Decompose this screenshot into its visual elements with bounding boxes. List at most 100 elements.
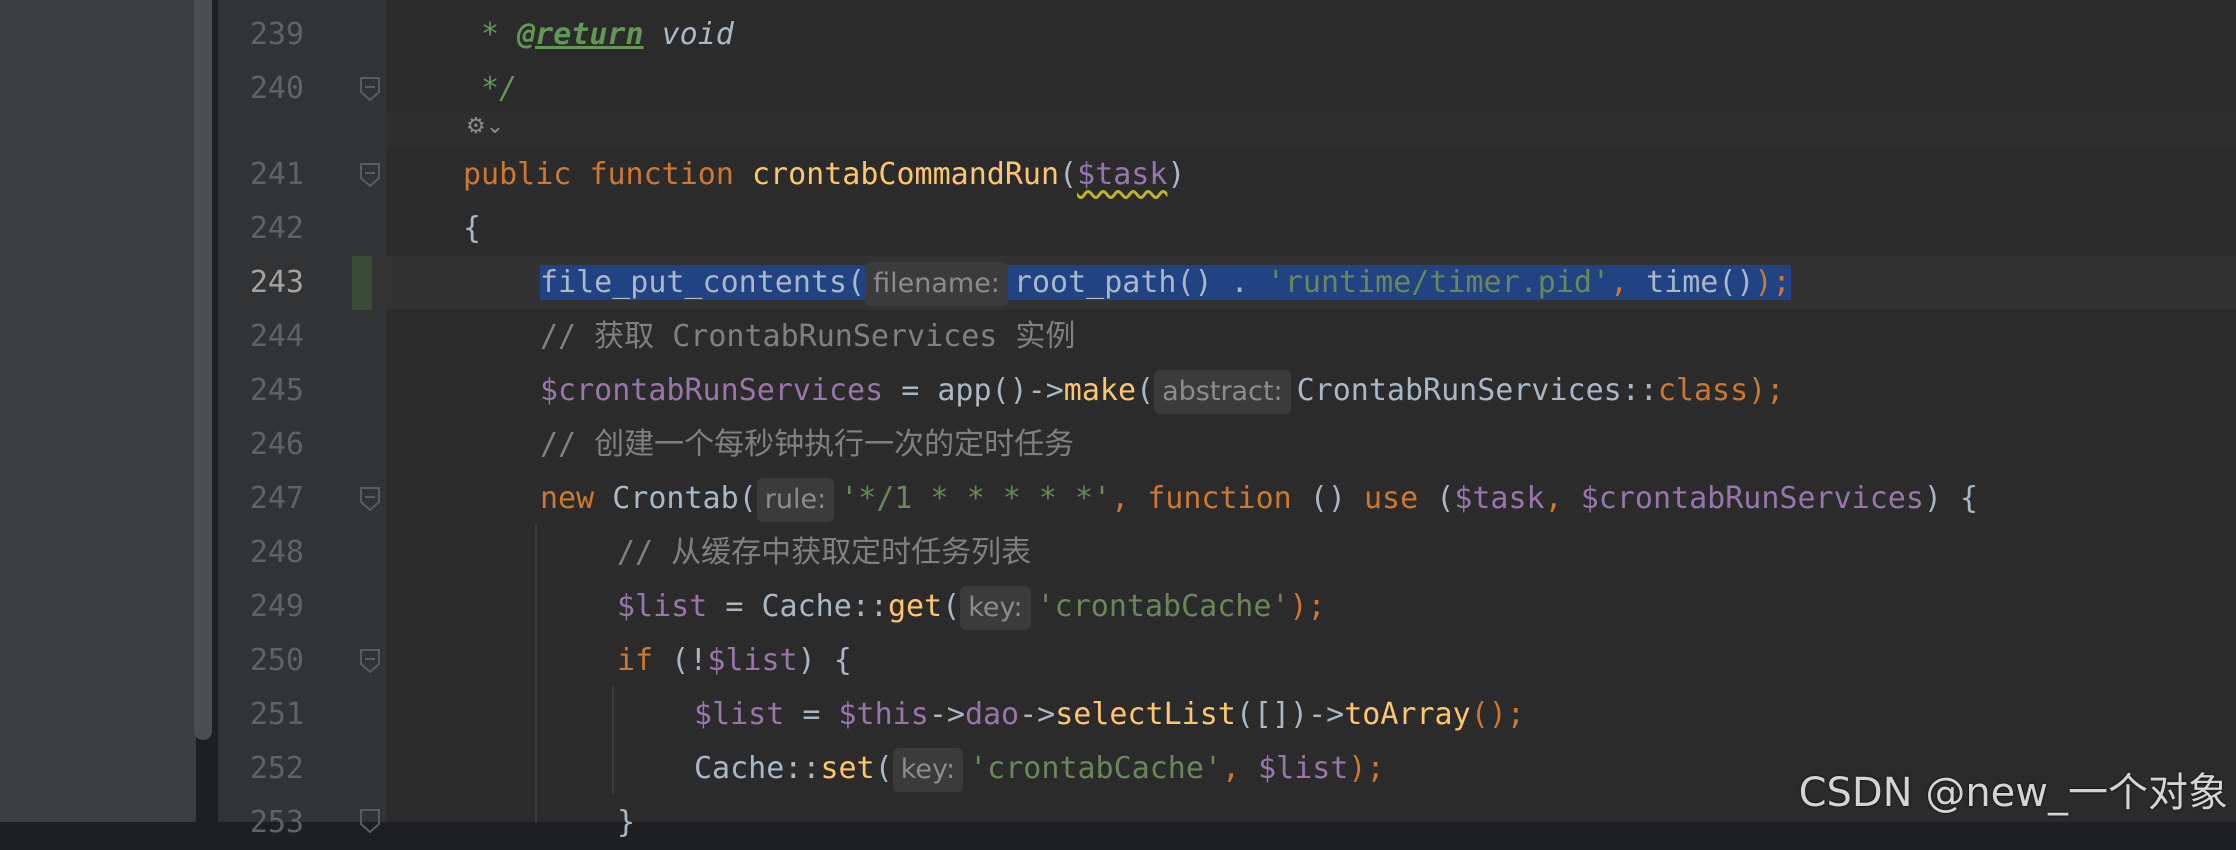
- code-line-253[interactable]: }: [617, 796, 635, 850]
- paren-open: (: [874, 751, 893, 786]
- param-hint-rule: rule:: [756, 478, 835, 522]
- variable[interactable]: $crontabRunServices: [1581, 481, 1924, 516]
- param-task[interactable]: $task: [1077, 157, 1167, 192]
- call-root-path[interactable]: root_path() .: [1014, 265, 1267, 300]
- side-panel: [0, 0, 196, 822]
- comment: // 从缓存中获取定时任务列表: [617, 535, 1032, 570]
- line-number: 248: [249, 535, 304, 570]
- line-number: 247: [249, 481, 304, 516]
- paren-close: ) {: [797, 643, 852, 678]
- arrow: ->: [1019, 697, 1056, 732]
- comment: // 获取 CrontabRunServices 实例: [540, 319, 1076, 354]
- code-line-246[interactable]: // 创建一个每秒钟执行一次的定时任务: [540, 418, 1074, 472]
- code-line-243[interactable]: file_put_contents(filename: root_path() .…: [540, 256, 1791, 310]
- keyword-new: new: [540, 481, 595, 516]
- paren-open: (: [1418, 481, 1455, 516]
- keyword-public: public: [463, 157, 572, 192]
- watermark: CSDN @new_一个对象: [1798, 770, 2228, 816]
- paren: (): [1291, 481, 1364, 516]
- fold-marker-icon[interactable]: [357, 648, 383, 674]
- code-line-249[interactable]: $list = Cache::get(key:'crontabCache');: [617, 580, 1326, 634]
- call-time[interactable]: time(): [1646, 265, 1754, 300]
- class-cache[interactable]: Cache::: [694, 751, 820, 786]
- line-number: 242: [249, 211, 304, 246]
- statement-end: );: [1748, 373, 1785, 408]
- string-literal: 'crontabCache': [1036, 589, 1290, 624]
- fold-marker-icon[interactable]: [357, 76, 383, 102]
- variable[interactable]: $crontabRunServices: [540, 373, 883, 408]
- param-hint-key: key:: [892, 748, 964, 792]
- keyword-class: class: [1657, 373, 1749, 408]
- paren-open: (: [942, 589, 961, 624]
- line-number: 245: [249, 373, 304, 408]
- property-dao[interactable]: dao: [965, 697, 1019, 732]
- selected-text[interactable]: file_put_contents(filename: root_path() .…: [540, 262, 1791, 306]
- line-number: 241: [249, 157, 304, 192]
- code-line-239[interactable]: * @return void: [481, 8, 734, 62]
- statement-end: );: [1348, 751, 1385, 786]
- string-literal: 'crontabCache': [969, 751, 1222, 786]
- ai-assist-icon[interactable]: ⚙⌄: [466, 114, 504, 139]
- paren-close: ) {: [1923, 481, 1979, 516]
- class-ref[interactable]: CrontabRunServices::: [1297, 373, 1658, 408]
- code-line-252[interactable]: Cache::set(key:'crontabCache', $list);: [694, 742, 1385, 796]
- operator: =: [784, 697, 839, 732]
- line-number-active: 243: [249, 265, 304, 300]
- brace-close: }: [617, 805, 636, 840]
- code-line-241[interactable]: public function crontabCommandRun($task): [463, 148, 1185, 202]
- doc-tag-return[interactable]: @return: [517, 17, 643, 52]
- brace-open: {: [463, 211, 482, 246]
- doc-comment-star: *: [481, 17, 518, 52]
- line-number: 251: [249, 697, 304, 732]
- line-number: 252: [249, 751, 304, 786]
- code-line-250[interactable]: if (!$list) {: [617, 634, 852, 688]
- variable[interactable]: $list: [694, 697, 784, 732]
- string-literal: 'runtime/timer.pid': [1266, 265, 1610, 300]
- code-line-247[interactable]: new Crontab(rule: '*/1 * * * * *', functi…: [540, 472, 1978, 526]
- method-make[interactable]: make: [1064, 373, 1136, 408]
- variable-this[interactable]: $this: [839, 697, 929, 732]
- method-set[interactable]: set: [820, 751, 874, 786]
- args: ([])->: [1235, 697, 1345, 732]
- paren-open: (: [1136, 373, 1155, 408]
- statement-end: );: [1754, 265, 1791, 300]
- class-crontab[interactable]: Crontab(: [594, 481, 757, 516]
- code-line-242[interactable]: {: [463, 202, 481, 256]
- operator: = Cache::: [707, 589, 888, 624]
- variable[interactable]: $list: [1258, 751, 1348, 786]
- fold-marker-icon[interactable]: [357, 808, 383, 834]
- code-line-251[interactable]: $list = $this->dao->selectList([])->toAr…: [694, 688, 1525, 742]
- call-file-put-contents[interactable]: file_put_contents(: [540, 265, 865, 300]
- method-selectList[interactable]: selectList: [1055, 697, 1236, 732]
- line-number: 239: [249, 17, 304, 52]
- method-toArray[interactable]: toArray: [1344, 697, 1470, 732]
- code-line-248[interactable]: // 从缓存中获取定时任务列表: [617, 526, 1031, 580]
- line-number: 246: [249, 427, 304, 462]
- side-panel-scrollbar[interactable]: [194, 0, 212, 740]
- vcs-change-marker: [352, 256, 372, 310]
- comma: ,: [1221, 751, 1259, 786]
- line-number: 250: [249, 643, 304, 678]
- variable[interactable]: $list: [707, 643, 797, 678]
- code-line-244[interactable]: // 获取 CrontabRunServices 实例: [540, 310, 1075, 364]
- statement-end: );: [1289, 589, 1326, 624]
- variable[interactable]: $task: [1454, 481, 1544, 516]
- function-name[interactable]: crontabCommandRun: [752, 157, 1059, 192]
- comment: // 创建一个每秒钟执行一次的定时任务: [540, 427, 1075, 462]
- paren-close: ): [1167, 157, 1186, 192]
- comma: ,: [1544, 481, 1581, 516]
- method-get[interactable]: get: [888, 589, 942, 624]
- code-line-245[interactable]: $crontabRunServices = app()->make(abstra…: [540, 364, 1784, 418]
- keyword-use: use: [1364, 481, 1419, 516]
- fold-marker-icon[interactable]: [357, 162, 383, 188]
- doc-comment-end: */: [481, 71, 518, 106]
- code-line-240[interactable]: */: [481, 62, 517, 116]
- fold-marker-icon[interactable]: [357, 486, 383, 512]
- comma: ,: [1609, 265, 1647, 300]
- variable[interactable]: $list: [617, 589, 707, 624]
- keyword-function: function: [589, 157, 734, 192]
- string-literal: '*/1 * * * * *': [840, 481, 1112, 516]
- paren-open: (!: [653, 643, 708, 678]
- paren-open: (: [1059, 157, 1078, 192]
- arrow: ->: [928, 697, 965, 732]
